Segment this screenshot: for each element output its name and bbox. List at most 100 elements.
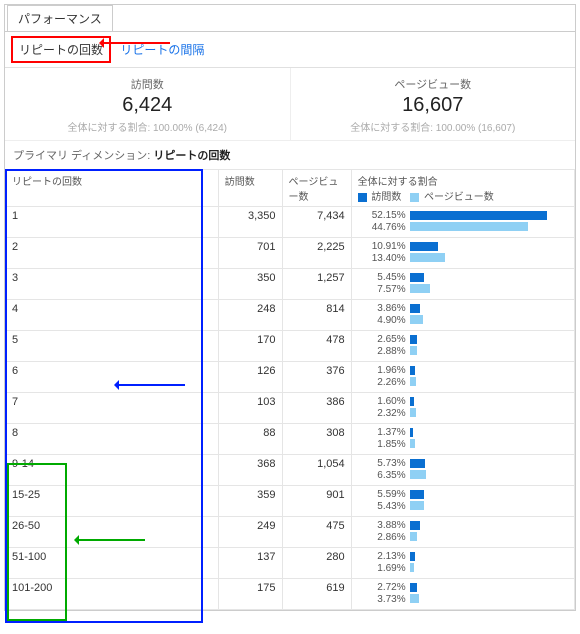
cell-ratio: 1.37%1.85% [351,424,574,455]
legend-visits-label: 訪問数 [371,192,401,203]
bar-pageviews [410,253,445,262]
cell-visits: 350 [218,269,282,300]
ratio-text: 3.86%4.90% [358,303,406,327]
cell-label: 2 [6,238,219,269]
cell-label: 5 [6,331,219,362]
cell-ratio: 1.60%2.32% [351,393,574,424]
bar-visits [410,335,417,344]
bar-visits [410,242,439,251]
table-body: 13,3507,43452.15%44.76%27012,22510.91%13… [6,207,575,610]
bar-pageviews [410,284,430,293]
summary-pv-value: 16,607 [295,94,572,117]
cell-ratio: 3.88%2.86% [351,517,574,548]
table-header-row: リピートの回数 訪問数 ページビュー数 全体に対する割合 訪問数 ページビュー数 [6,170,575,207]
cell-pageviews: 1,257 [282,269,351,300]
th-repeat-count[interactable]: リピートの回数 [6,170,219,207]
ratio-bars [410,272,568,294]
ratio-text: 1.37%1.85% [358,427,406,451]
cell-pageviews: 619 [282,579,351,610]
bar-pageviews [410,532,418,541]
cell-visits: 170 [218,331,282,362]
summary-visits: 訪問数 6,424 全体に対する割合: 100.00% (6,424) [5,68,290,140]
cell-visits: 103 [218,393,282,424]
bar-visits [410,490,425,499]
dimension-value: リピートの回数 [153,150,230,162]
legend-visits-swatch [358,193,367,202]
ratio-text: 10.91%13.40% [358,241,406,265]
cell-visits: 175 [218,579,282,610]
bar-pageviews [410,408,416,417]
tab-performance[interactable]: パフォーマンス [7,5,113,31]
cell-label: 8 [6,424,219,455]
summary-visits-sub-paren: (6,424) [195,123,227,134]
th-ratio-title: 全体に対する割合 [358,173,568,188]
table-row: 101-2001756192.72%3.73% [6,579,575,610]
table-row: 27012,22510.91%13.40% [6,238,575,269]
cell-label: 6 [6,362,219,393]
tab-repeat-interval[interactable]: リピートの間隔 [114,38,210,61]
cell-label: 7 [6,393,219,424]
ratio-text: 2.13%1.69% [358,551,406,575]
cell-ratio: 2.72%3.73% [351,579,574,610]
summary-pageviews: ページビュー数 16,607 全体に対する割合: 100.00% (16,607… [290,68,576,140]
table-row: 8883081.37%1.85% [6,424,575,455]
cell-pageviews: 475 [282,517,351,548]
table-row: 51-1001372802.13%1.69% [6,548,575,579]
cell-visits: 249 [218,517,282,548]
cell-pageviews: 7,434 [282,207,351,238]
bar-visits [410,428,414,437]
ratio-text: 1.60%2.32% [358,396,406,420]
cell-label: 9-14 [6,455,219,486]
cell-label: 4 [6,300,219,331]
bar-visits [410,366,415,375]
cell-visits: 137 [218,548,282,579]
table-row: 13,3507,43452.15%44.76% [6,207,575,238]
cell-visits: 248 [218,300,282,331]
ratio-bars [410,303,568,325]
summary-visits-sub: 全体に対する割合: 100.00% (6,424) [9,119,286,134]
th-pageviews[interactable]: ページビュー数 [282,170,351,207]
top-tab-row: パフォーマンス [5,5,575,31]
tab-repeat-count[interactable]: リピートの回数 [11,36,111,63]
th-ratio[interactable]: 全体に対する割合 訪問数 ページビュー数 [351,170,574,207]
summary-row: 訪問数 6,424 全体に対する割合: 100.00% (6,424) ページビ… [5,67,575,140]
primary-dimension-row: プライマリ ディメンション: リピートの回数 [5,140,575,169]
ratio-bars [410,210,568,232]
summary-visits-label: 訪問数 [9,76,286,92]
table-row: 7103386 1.60%2.32% [6,393,575,424]
cell-pageviews: 478 [282,331,351,362]
ratio-bars [410,396,568,418]
cell-label: 1 [6,207,219,238]
summary-visits-value: 6,424 [9,94,286,117]
cell-ratio: 10.91%13.40% [351,238,574,269]
legend-pv-swatch [410,193,419,202]
bar-pageviews [410,222,528,231]
cell-pageviews: 901 [282,486,351,517]
bar-pageviews [410,315,423,324]
cell-pageviews: 386 [282,393,351,424]
cell-pageviews: 1,054 [282,455,351,486]
ratio-text: 5.59%5.43% [358,489,406,513]
bar-visits [410,521,420,530]
ratio-bars [410,520,568,542]
cell-ratio: 2.13%1.69% [351,548,574,579]
ratio-bars [410,365,568,387]
cell-label: 51-100 [6,548,219,579]
summary-pv-sub-pct: 100.00% [436,123,475,134]
ratio-bars [410,458,568,480]
cell-visits: 701 [218,238,282,269]
summary-pv-label: ページビュー数 [295,76,572,92]
data-table: リピートの回数 訪問数 ページビュー数 全体に対する割合 訪問数 ページビュー数 [5,169,575,610]
cell-visits: 368 [218,455,282,486]
cell-label: 15-25 [6,486,219,517]
cell-label: 26-50 [6,517,219,548]
summary-pv-sub-paren: (16,607) [478,123,515,134]
ratio-bars [410,427,568,449]
cell-visits: 88 [218,424,282,455]
cell-visits: 126 [218,362,282,393]
bar-pageviews [410,594,420,603]
report-frame: パフォーマンス リピートの回数 リピートの間隔 訪問数 6,424 全体に対する… [4,4,576,611]
bar-visits [410,211,548,220]
table-row: 15-253599015.59%5.43% [6,486,575,517]
th-visits[interactable]: 訪問数 [218,170,282,207]
